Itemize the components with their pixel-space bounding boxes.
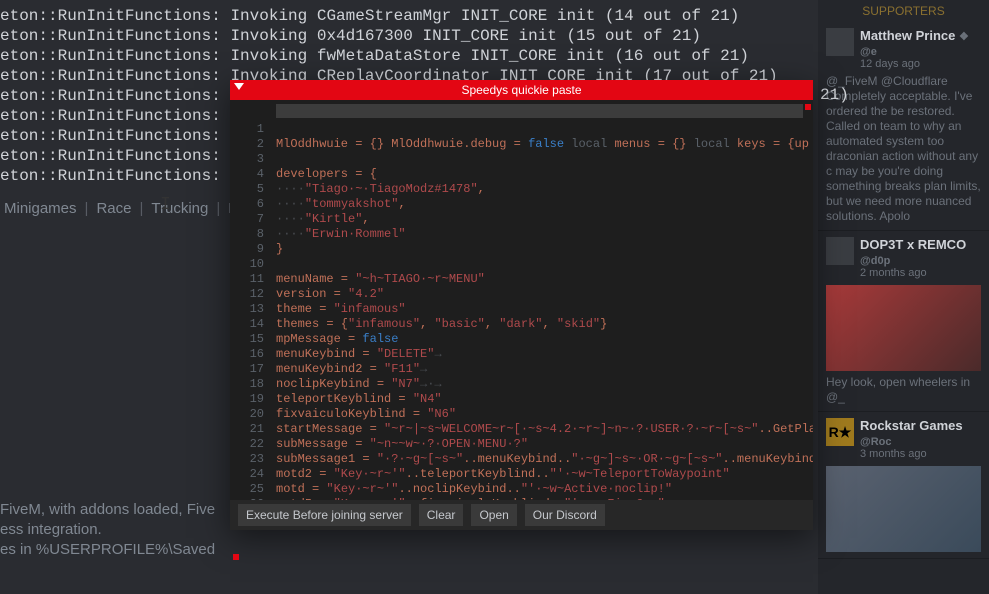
post-body: @_FiveM @Cloudflare Completely acceptabl… (826, 74, 981, 224)
post-time: 3 months ago (860, 448, 981, 460)
code-line[interactable]: startMessage = "~r~|~s~WELCOME~r~[·~s~4.… (276, 422, 813, 437)
console-line: eton::RunInitFunctions: Invoking fwMetaD… (0, 46, 820, 66)
supporters-label: SUPPORTERS (818, 0, 989, 22)
dropdown-icon[interactable] (234, 83, 244, 90)
line-number: 20 (234, 407, 264, 422)
post-time: 12 days ago (860, 58, 981, 70)
clear-button[interactable]: Clear (419, 504, 464, 526)
text-caret-icon: I (160, 195, 171, 215)
line-number: 24 (234, 467, 264, 482)
line-number: 1 (234, 122, 264, 137)
code-line[interactable] (276, 152, 813, 167)
execute-button[interactable]: Execute Before joining server (238, 504, 411, 526)
post-author: DOP3T x REMCO @d0p (860, 237, 981, 267)
console-line: eton::RunInitFunctions: Invoking 0x4d167… (0, 26, 820, 46)
footer-text: FiveM, with addons loaded, Fiveess integ… (0, 500, 215, 560)
line-number: 5 (234, 182, 264, 197)
discord-button[interactable]: Our Discord (525, 504, 605, 526)
line-number: 22 (234, 437, 264, 452)
line-number: 2 (234, 137, 264, 152)
post-time: 2 months ago (860, 267, 981, 279)
panel-titlebar[interactable]: Speedys quickie paste (230, 80, 813, 100)
code-line[interactable]: subMessage1 = "·?·~g~[~s~"..menuKeybind.… (276, 452, 813, 467)
code-line[interactable]: ····"tommyakshot", (276, 197, 813, 212)
line-number: 8 (234, 227, 264, 242)
line-gutter: 1234567891011121314151617181920212223242… (230, 100, 272, 500)
code-line[interactable]: menuKeybind2 = "F11"→ (276, 362, 813, 377)
line-number: 4 (234, 167, 264, 182)
code-line[interactable]: fixvaiculoKeyblind = "N6" (276, 407, 813, 422)
panel-title: Speedys quickie paste (461, 83, 581, 97)
line-number: 9 (234, 242, 264, 257)
line-number: 14 (234, 317, 264, 332)
line-number: 3 (234, 152, 264, 167)
post-caption: Hey look, open wheelers in @_ (826, 375, 981, 405)
avatar (826, 237, 854, 265)
error-marker-icon (233, 554, 239, 560)
feed-post[interactable]: R★Rockstar Games @Roc3 months ago (818, 412, 989, 559)
tab-minigames[interactable]: Minigames (4, 200, 77, 217)
code-line[interactable]: MlOddhwuie = {} MlOddhwuie.debug = false… (276, 137, 813, 152)
code-line[interactable]: motd = "Key·~r~'"..noclipKeybind.."'·~w~… (276, 482, 813, 497)
code-line[interactable]: } (276, 242, 813, 257)
editor-panel: Speedys quickie paste 123456789101112131… (230, 80, 813, 530)
code-line[interactable] (276, 122, 813, 137)
code-line[interactable]: ····"Erwin·Rommel" (276, 227, 813, 242)
code-line[interactable]: version = "4.2" (276, 287, 813, 302)
post-author: Rockstar Games @Roc (860, 418, 981, 448)
line-number: 15 (234, 332, 264, 347)
button-bar: Execute Before joining server Clear Open… (230, 500, 813, 530)
line-number: 16 (234, 347, 264, 362)
line-number: 12 (234, 287, 264, 302)
line-number: 11 (234, 272, 264, 287)
code-line[interactable]: subMessage = "~n~~w~·?·OPEN·MENU·?" (276, 437, 813, 452)
code-line[interactable]: menuKeybind = "DELETE"→ (276, 347, 813, 362)
code-line[interactable]: mpMessage = false (276, 332, 813, 347)
avatar: R★ (826, 418, 854, 446)
line-number: 7 (234, 212, 264, 227)
post-thumbnail[interactable] (826, 285, 981, 371)
line-number: 25 (234, 482, 264, 497)
line-number: 6 (234, 197, 264, 212)
avatar (826, 28, 854, 56)
code-line[interactable] (276, 257, 813, 272)
line-number: 21 (234, 422, 264, 437)
code-line[interactable]: themes = {"infamous", "basic", "dark", "… (276, 317, 813, 332)
code-line[interactable]: ····"Kirtle", (276, 212, 813, 227)
line-number: 23 (234, 452, 264, 467)
line-number: 19 (234, 392, 264, 407)
line-number: 10 (234, 257, 264, 272)
code-line[interactable]: motd2 = "Key·~r~'"..teleportKeyblind.."'… (276, 467, 813, 482)
feed-post[interactable]: Matthew Prince ❖ @e12 days ago @_FiveM @C… (818, 22, 989, 231)
console-line: eton::RunInitFunctions: Invoking CGameSt… (0, 6, 820, 26)
open-button[interactable]: Open (471, 504, 516, 526)
console-overflow: 21) (820, 86, 849, 104)
line-number: 13 (234, 302, 264, 317)
line-number: 18 (234, 377, 264, 392)
tab-race[interactable]: Race (96, 200, 131, 217)
code-line[interactable]: noclipKeybind = "N7"→·→ (276, 377, 813, 392)
code-line[interactable]: teleportKeyblind = "N4" (276, 392, 813, 407)
feed-post[interactable]: DOP3T x REMCO @d0p2 months ago Hey look, … (818, 231, 989, 412)
post-thumbnail[interactable] (826, 466, 981, 552)
error-marker-icon (805, 104, 811, 110)
tab-bar: Minigames|Race|Trucking|E (0, 200, 238, 217)
line-number: 17 (234, 362, 264, 377)
editor-top-bar (276, 104, 803, 118)
code-line[interactable]: ····"Tiago·~·TiagoModz#1478", (276, 182, 813, 197)
post-author: Matthew Prince ❖ @e (860, 28, 981, 58)
code-line[interactable]: motd5 = "Key·~r~'"..fixvaiculoKeyblind..… (276, 497, 813, 500)
code-editor[interactable]: 1234567891011121314151617181920212223242… (230, 100, 813, 500)
code-line[interactable]: theme = "infamous" (276, 302, 813, 317)
code-line[interactable]: developers = { (276, 167, 813, 182)
line-number: 26 (234, 497, 264, 500)
code-content[interactable]: MlOddhwuie = {} MlOddhwuie.debug = false… (272, 100, 813, 500)
code-line[interactable]: menuName = "~h~TIAGO·~r~MENU" (276, 272, 813, 287)
